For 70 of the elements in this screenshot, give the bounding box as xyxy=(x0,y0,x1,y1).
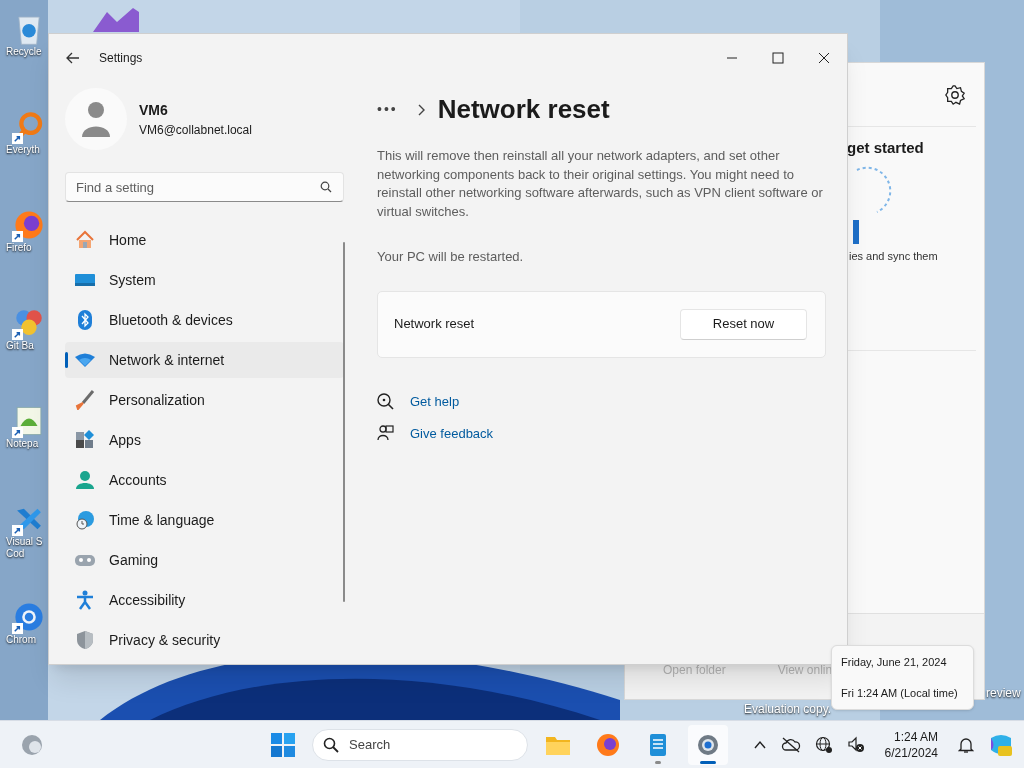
icon-label: Cod xyxy=(6,548,25,560)
search-field[interactable]: Find a setting xyxy=(65,172,344,202)
reset-now-button[interactable]: Reset now xyxy=(680,308,807,340)
help-icon xyxy=(377,392,394,410)
feedback-icon xyxy=(377,425,394,443)
icon-label: Everyth xyxy=(6,144,40,156)
weather-icon[interactable] xyxy=(20,732,44,757)
shortcut-arrow-icon xyxy=(12,329,23,340)
link[interactable]: Give feedback xyxy=(410,424,494,444)
watermark-text: Evaluation copy. xyxy=(744,702,832,716)
accessibility-icon xyxy=(75,590,95,610)
bell-icon[interactable] xyxy=(958,735,974,754)
nav-item[interactable]: Time & language xyxy=(65,502,344,538)
icon-label: Notepa xyxy=(6,438,39,450)
nav-item[interactable]: Accounts xyxy=(65,462,344,498)
house-icon xyxy=(75,230,95,250)
settings-icon[interactable] xyxy=(944,83,966,106)
start-icon[interactable] xyxy=(270,731,296,758)
shortcut-arrow-icon xyxy=(12,133,23,144)
person-icon xyxy=(75,470,95,490)
search-icon xyxy=(323,736,339,753)
globe-clock-icon xyxy=(75,510,95,530)
icon-label: Recycle xyxy=(6,46,42,58)
card-label: Network reset xyxy=(394,315,475,334)
nav-item[interactable]: Bluetooth & devices xyxy=(65,302,344,338)
nav-item[interactable]: Network & internet xyxy=(65,342,344,378)
taskbar-search[interactable]: Search xyxy=(312,728,528,761)
scrollbar[interactable] xyxy=(343,242,345,602)
bluetooth-icon xyxy=(75,310,95,330)
description-text: This will remove then reinstall all your network adapters, and set other networking components back to their original settings. You might need to reinstall other networking software afterwards, such as VPN client software or virtual switches. xyxy=(377,147,824,221)
shield-icon xyxy=(75,630,95,650)
watermark-text: review xyxy=(986,686,1021,700)
nav-item[interactable]: Apps xyxy=(65,422,344,458)
link[interactable]: Get help xyxy=(410,391,460,411)
shortcut-arrow-icon xyxy=(12,623,23,634)
shortcut-arrow-icon xyxy=(12,231,23,242)
tooltip-text: Fri 1:24 AM (Local time) xyxy=(841,685,959,701)
shortcut-arrow-icon xyxy=(12,525,23,536)
nav-item[interactable]: Accessibility xyxy=(65,582,344,618)
description-text: ies and sync them xyxy=(849,248,939,264)
user-email: VM6@collabnet.local xyxy=(139,121,252,139)
nav-item[interactable]: Gaming xyxy=(65,542,344,578)
icon-label: Visual S xyxy=(6,536,43,548)
apps-icon xyxy=(75,430,95,450)
note-text: Your PC will be restarted. xyxy=(377,248,525,266)
globe-icon[interactable] xyxy=(814,735,833,754)
nav-item[interactable]: Home xyxy=(65,222,344,258)
page-title: Network reset xyxy=(437,93,610,126)
nav-item[interactable]: System xyxy=(65,262,344,298)
icon-label: Firefo xyxy=(6,242,32,254)
cloud-off-icon[interactable] xyxy=(780,736,801,753)
more-button[interactable]: ••• xyxy=(377,99,398,120)
nav-item[interactable]: Personalization xyxy=(65,382,344,418)
back-arrow-icon[interactable] xyxy=(65,50,81,66)
browser-icon[interactable] xyxy=(12,600,46,634)
search-icon[interactable] xyxy=(320,181,332,193)
user-name: VM6 xyxy=(139,100,169,120)
nav-item[interactable]: Privacy & security xyxy=(65,622,344,658)
icon-label: Git Ba xyxy=(6,340,34,352)
brush-icon xyxy=(75,390,95,410)
person-silhouette-icon xyxy=(80,101,112,137)
section-heading: get started xyxy=(847,138,925,158)
window-title: Settings xyxy=(99,50,143,67)
tooltip-text: Friday, June 21, 2024 xyxy=(841,655,948,670)
firefox-icon[interactable] xyxy=(12,208,46,242)
shortcut-arrow-icon xyxy=(12,427,23,438)
icon-label: Chrom xyxy=(6,634,36,646)
speaker-muted-icon[interactable] xyxy=(846,735,865,754)
taskbar-app[interactable] xyxy=(688,724,728,765)
clock[interactable]: 1:24 AM 6/21/2024 xyxy=(878,726,944,763)
